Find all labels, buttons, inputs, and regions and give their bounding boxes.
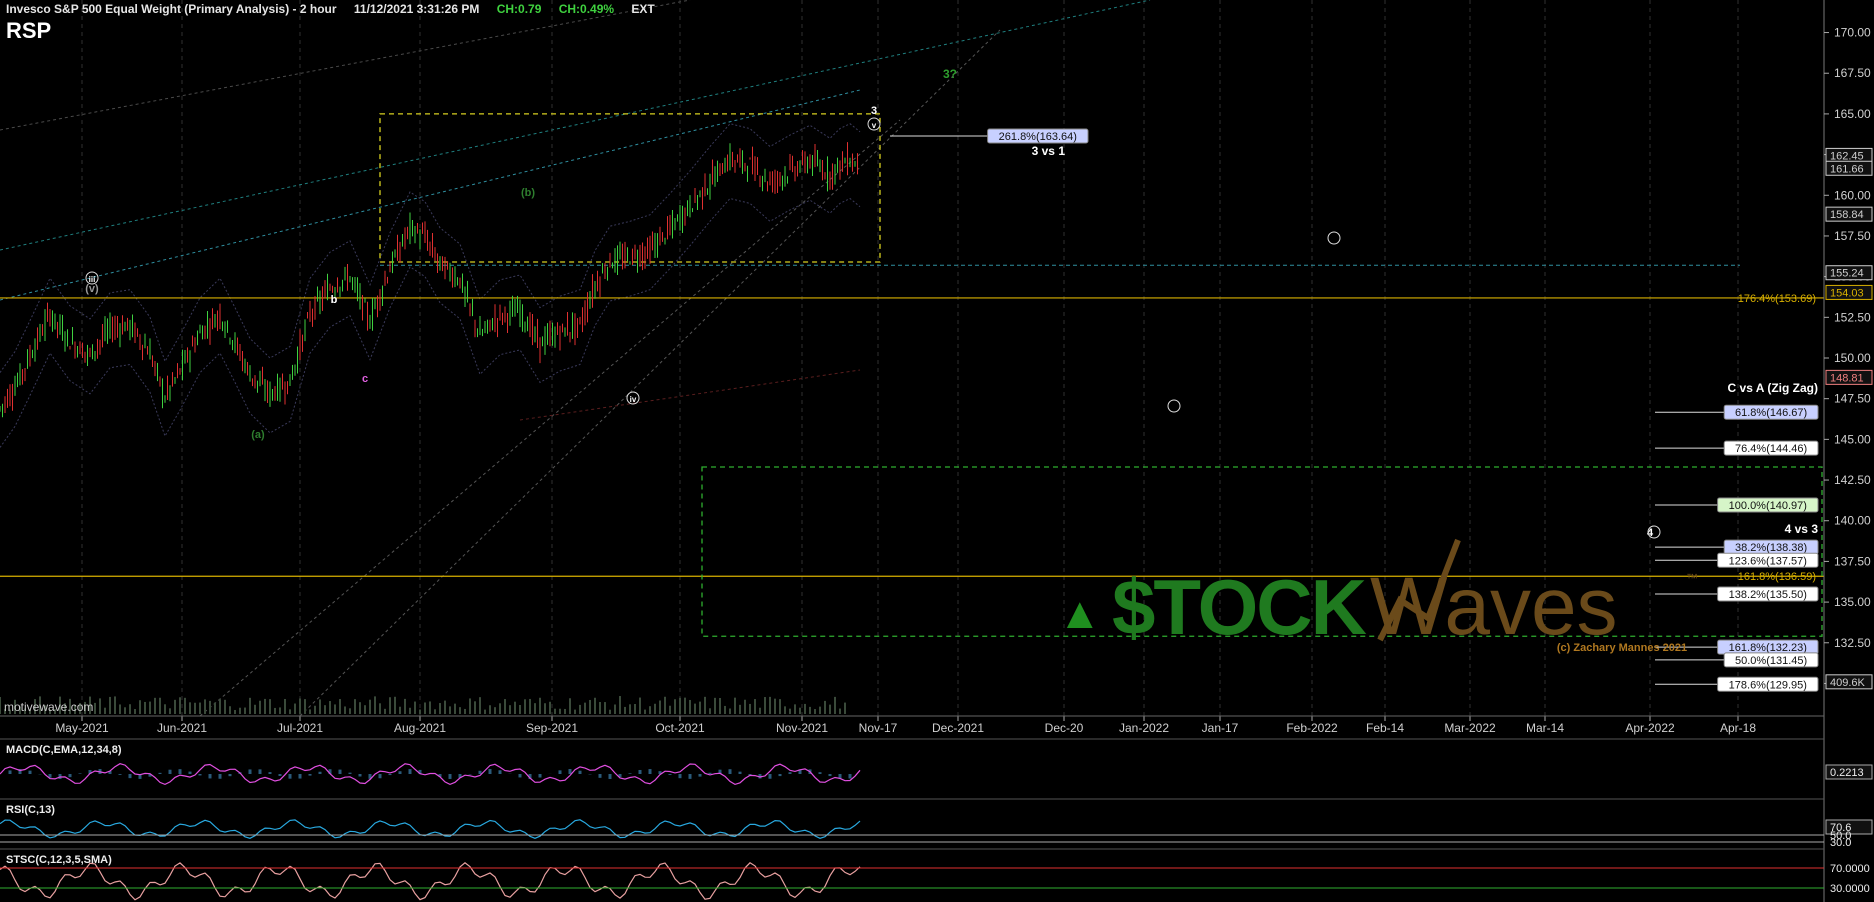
fib-target-label: 178.6%(129.95) bbox=[1729, 679, 1807, 691]
wave-label: (b) bbox=[521, 187, 535, 199]
x-tick-label: Nov-17 bbox=[859, 721, 898, 735]
indicator-level-label: 70.0000 bbox=[1830, 863, 1870, 875]
price-label: 158.84 bbox=[1830, 209, 1864, 221]
change-value: CH:0.79 bbox=[496, 2, 542, 16]
x-tick-label: Jun-2021 bbox=[157, 721, 207, 735]
wave-label: v bbox=[872, 121, 877, 130]
fib-line-label: 161.8%(136.59) bbox=[1738, 571, 1816, 583]
y-tick-label: 165.00 bbox=[1834, 107, 1871, 121]
fib-target-label: 100.0%(140.97) bbox=[1729, 500, 1807, 512]
price-label: 154.03 bbox=[1830, 287, 1864, 299]
price-chart[interactable]: 176.4%(153.69) 161.8%(136.59) 261.8%(163.6… bbox=[0, 0, 1874, 902]
x-tick-label: Apr-18 bbox=[1720, 721, 1756, 735]
wave-label: b bbox=[331, 294, 338, 306]
x-tick-label: Mar-14 bbox=[1526, 721, 1564, 735]
x-tick-label: Aug-2021 bbox=[394, 721, 446, 735]
y-tick-label: 150.00 bbox=[1834, 351, 1871, 365]
fib-target-label: 50.0%(131.45) bbox=[1735, 655, 1807, 667]
indicator-name: RSI(C,13) bbox=[6, 804, 55, 816]
x-tick-label: Oct-2021 bbox=[655, 721, 705, 735]
annotation-text: 3 vs 1 bbox=[1032, 144, 1066, 158]
annotation-text: 3? bbox=[943, 67, 957, 81]
x-tick-label: Feb-2022 bbox=[1286, 721, 1338, 735]
session-label: EXT bbox=[631, 2, 655, 16]
brand-watermark: motivewave.com bbox=[4, 700, 94, 714]
y-tick-label: 142.50 bbox=[1834, 473, 1871, 487]
wave-label: 3 bbox=[871, 105, 877, 117]
x-tick-label: May-2021 bbox=[55, 721, 109, 735]
indicator-level-label: 30.0000 bbox=[1830, 883, 1870, 895]
fib-target-label: 138.2%(135.50) bbox=[1729, 589, 1807, 601]
annotation-text: C vs A (Zig Zag) bbox=[1728, 381, 1818, 395]
price-label: 155.24 bbox=[1830, 268, 1864, 280]
chart-title: Invesco S&P 500 Equal Weight (Primary An… bbox=[6, 2, 337, 16]
y-tick-label: 140.00 bbox=[1834, 514, 1871, 528]
indicator-name: MACD(C,EMA,12,34,8) bbox=[6, 744, 122, 756]
symbol-label: RSP bbox=[6, 18, 52, 43]
timestamp: 11/12/2021 3:31:26 PM bbox=[353, 2, 480, 16]
indicator-name: STSC(C,12,3,5,SMA) bbox=[6, 854, 112, 866]
y-tick-label: 132.50 bbox=[1834, 636, 1871, 650]
price-label: 162.45 bbox=[1830, 150, 1864, 162]
x-tick-label: Apr-2022 bbox=[1625, 721, 1675, 735]
y-tick-label: 157.50 bbox=[1834, 229, 1871, 243]
x-tick-label: Jul-2021 bbox=[277, 721, 323, 735]
fib-line-label: 176.4%(153.69) bbox=[1738, 293, 1816, 305]
change-percent: CH:0.49% bbox=[558, 2, 615, 16]
annotation-text: 4 vs 3 bbox=[1785, 522, 1819, 536]
y-tick-label: 135.00 bbox=[1834, 595, 1871, 609]
logo-trademark: ™ bbox=[1686, 571, 1698, 585]
y-tick-label: 137.50 bbox=[1834, 554, 1871, 568]
x-tick-label: Sep-2021 bbox=[526, 721, 578, 735]
chart-header: Invesco S&P 500 Equal Weight (Primary An… bbox=[6, 2, 669, 16]
x-tick-label: Jan-2022 bbox=[1119, 721, 1169, 735]
y-tick-label: 170.00 bbox=[1834, 26, 1871, 40]
logo-stock-text: $TOCK bbox=[1112, 563, 1367, 651]
y-tick-label: 167.50 bbox=[1834, 66, 1871, 80]
indicator-value: 0.2213 bbox=[1830, 767, 1864, 779]
price-label: 161.66 bbox=[1830, 163, 1864, 175]
y-tick-label: 145.00 bbox=[1834, 432, 1871, 446]
x-tick-label: Feb-14 bbox=[1366, 721, 1404, 735]
x-tick-label: Mar-2022 bbox=[1444, 721, 1496, 735]
fib-target-label: 61.8%(146.67) bbox=[1735, 407, 1807, 419]
fib-target-label: 38.2%(138.38) bbox=[1735, 542, 1807, 554]
price-label: 409.6K bbox=[1830, 677, 1866, 689]
wave-label: (a) bbox=[251, 429, 265, 441]
wave-label: iv bbox=[630, 395, 637, 404]
chart-background bbox=[0, 0, 1874, 902]
wave-label: c bbox=[362, 373, 368, 385]
y-tick-label: 160.00 bbox=[1834, 188, 1871, 202]
x-tick-label: Dec-2021 bbox=[932, 721, 984, 735]
fib-target-label: 261.8%(163.64) bbox=[999, 131, 1077, 143]
y-tick-label: 152.50 bbox=[1834, 310, 1871, 324]
y-tick-label: 147.50 bbox=[1834, 392, 1871, 406]
price-label: 148.81 bbox=[1830, 372, 1864, 384]
indicator-level-label: 30.0 bbox=[1830, 837, 1851, 849]
x-tick-label: Nov-2021 bbox=[776, 721, 828, 735]
x-tick-label: Dec-20 bbox=[1045, 721, 1084, 735]
x-tick-label: Jan-17 bbox=[1202, 721, 1239, 735]
fib-target-label: 123.6%(137.57) bbox=[1729, 555, 1807, 567]
wave-label: (v) bbox=[85, 283, 99, 295]
fib-target-label: 76.4%(144.46) bbox=[1735, 443, 1807, 455]
logo-triangle: ▲ bbox=[1058, 589, 1102, 638]
